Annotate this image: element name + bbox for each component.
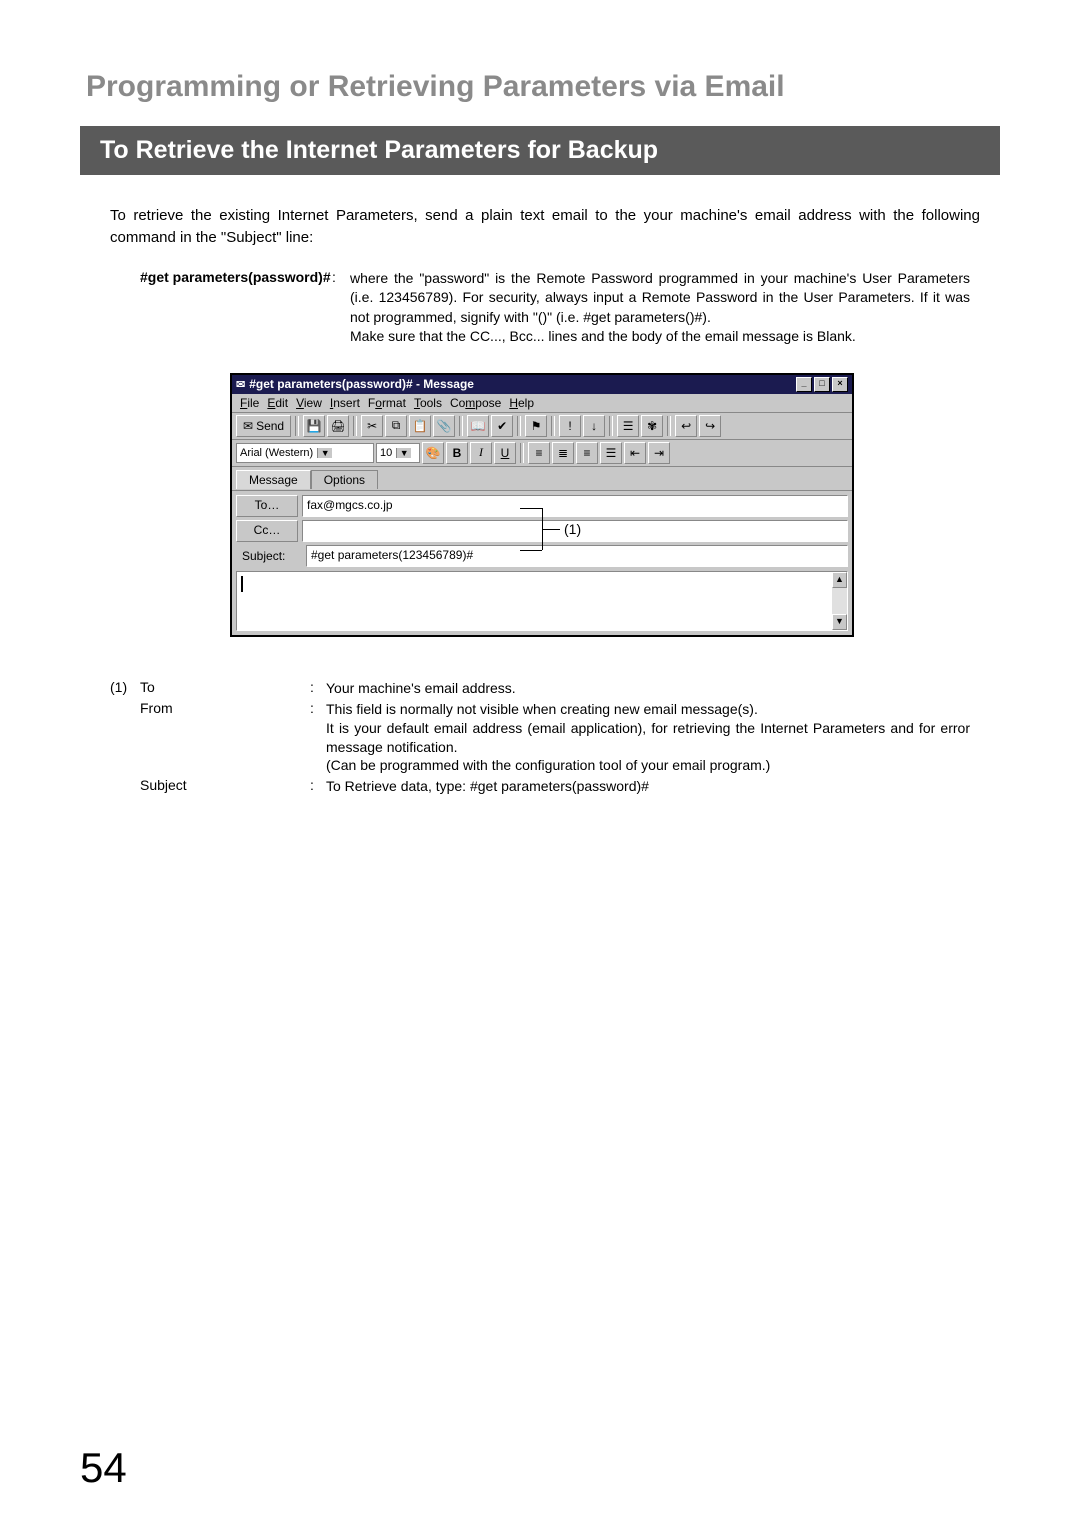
def-subject-text: To Retrieve data, type: #get parameters(… — [326, 777, 970, 796]
close-button[interactable]: × — [832, 377, 848, 392]
print-icon[interactable]: 🖨 — [327, 415, 349, 437]
chevron-down-icon: ▼ — [396, 448, 411, 458]
scroll-up-icon[interactable]: ▲ — [832, 572, 847, 588]
menu-bar: File Edit View Insert Format Tools Compo… — [232, 394, 852, 413]
check-names-icon[interactable]: ✔ — [491, 415, 513, 437]
options-icon[interactable]: ☰ — [617, 415, 639, 437]
separator — [459, 416, 463, 436]
scroll-down-icon[interactable]: ▼ — [832, 614, 847, 630]
field-definitions: (1) To : Your machine's email address. F… — [110, 679, 970, 796]
menu-format[interactable]: Format — [368, 396, 406, 410]
maximize-button[interactable]: □ — [814, 377, 830, 392]
address-book-icon[interactable]: 📖 — [467, 415, 489, 437]
cut-icon[interactable]: ✂ — [361, 415, 383, 437]
menu-help[interactable]: Help — [509, 396, 534, 410]
email-window: ✉ #get parameters(password)# - Message _… — [230, 373, 854, 637]
scrollbar[interactable]: ▲ ▼ — [832, 572, 847, 630]
window-title: #get parameters(password)# - Message — [249, 377, 796, 391]
command-definition: #get parameters(password)# : where the "… — [140, 269, 970, 347]
cc-button[interactable]: Cc… — [236, 520, 298, 542]
separator — [551, 416, 555, 436]
def-to-label: To — [140, 679, 310, 698]
attach-icon[interactable]: 📎 — [433, 415, 455, 437]
colon: : — [332, 269, 350, 347]
to-field[interactable]: fax@mgcs.co.jp — [302, 495, 848, 517]
mail-icon: ✉ — [236, 378, 245, 391]
forward-icon[interactable]: ↪ — [699, 415, 721, 437]
menu-edit[interactable]: Edit — [267, 396, 288, 410]
seal-icon[interactable]: ✾ — [641, 415, 663, 437]
def-to-text: Your machine's email address. — [326, 679, 970, 698]
tab-message[interactable]: Message — [236, 470, 311, 489]
callout-line — [520, 550, 542, 551]
subject-label: Subject: — [236, 546, 302, 566]
colon: : — [310, 700, 326, 776]
tabs-row: Message Options — [232, 467, 852, 491]
chevron-down-icon: ▼ — [317, 448, 332, 458]
save-icon[interactable]: 💾 — [303, 415, 325, 437]
subject-field[interactable]: #get parameters(123456789)# — [306, 545, 848, 567]
bold-icon[interactable]: B — [446, 442, 468, 464]
font-name-combo[interactable]: Arial (Western)▼ — [236, 443, 374, 463]
callout-number: (1) — [564, 521, 581, 537]
page-number: 54 — [80, 1444, 127, 1492]
reply-icon[interactable]: ↩ — [675, 415, 697, 437]
separator — [520, 443, 524, 463]
menu-file[interactable]: File — [240, 396, 259, 410]
importance-low-icon[interactable]: ↓ — [583, 415, 605, 437]
menu-insert[interactable]: Insert — [330, 396, 360, 410]
colon: : — [310, 679, 326, 698]
paste-icon[interactable]: 📋 — [409, 415, 431, 437]
command-term: #get parameters(password)# — [140, 269, 332, 347]
italic-icon[interactable]: I — [470, 442, 492, 464]
indent-icon[interactable]: ⇥ — [648, 442, 670, 464]
chapter-title: Programming or Retrieving Parameters via… — [86, 70, 1000, 104]
text-caret — [241, 576, 251, 592]
title-bar: ✉ #get parameters(password)# - Message _… — [232, 375, 852, 394]
flag-icon[interactable]: ⚑ — [525, 415, 547, 437]
format-toolbar: Arial (Western)▼ 10▼ 🎨 B I U ≡ ≣ ≡ ☰ ⇤ ⇥ — [232, 440, 852, 467]
message-body[interactable]: ▲ ▼ — [236, 571, 848, 631]
separator — [353, 416, 357, 436]
def-subject-label: Subject — [140, 777, 310, 796]
def-from-text: This field is normally not visible when … — [326, 700, 970, 776]
align-right-icon[interactable]: ≡ — [576, 442, 598, 464]
menu-compose[interactable]: Compose — [450, 396, 501, 410]
tab-options[interactable]: Options — [311, 470, 378, 489]
main-toolbar: ✉ Send 💾 🖨 ✂ ⧉ 📋 📎 📖 ✔ ⚑ ! ↓ ☰ ✾ — [232, 413, 852, 440]
align-left-icon[interactable]: ≡ — [528, 442, 550, 464]
copy-icon[interactable]: ⧉ — [385, 415, 407, 437]
align-center-icon[interactable]: ≣ — [552, 442, 574, 464]
separator — [295, 416, 299, 436]
font-color-icon[interactable]: 🎨 — [422, 442, 444, 464]
section-heading: To Retrieve the Internet Parameters for … — [80, 126, 1000, 175]
outdent-icon[interactable]: ⇤ — [624, 442, 646, 464]
bullets-icon[interactable]: ☰ — [600, 442, 622, 464]
menu-tools[interactable]: Tools — [414, 396, 442, 410]
separator — [517, 416, 521, 436]
separator — [609, 416, 613, 436]
callout-line — [542, 529, 560, 530]
intro-paragraph: To retrieve the existing Internet Parame… — [110, 205, 980, 249]
separator — [667, 416, 671, 436]
importance-high-icon[interactable]: ! — [559, 415, 581, 437]
callout-line — [520, 508, 542, 509]
minimize-button[interactable]: _ — [796, 377, 812, 392]
font-size-combo[interactable]: 10▼ — [376, 443, 420, 463]
send-button[interactable]: ✉ Send — [236, 415, 291, 437]
command-description: where the "password" is the Remote Passw… — [350, 269, 970, 347]
to-button[interactable]: To… — [236, 495, 298, 517]
menu-view[interactable]: View — [296, 396, 322, 410]
def-from-label: From — [140, 700, 310, 776]
underline-icon[interactable]: U — [494, 442, 516, 464]
def-number: (1) — [110, 679, 140, 698]
colon: : — [310, 777, 326, 796]
